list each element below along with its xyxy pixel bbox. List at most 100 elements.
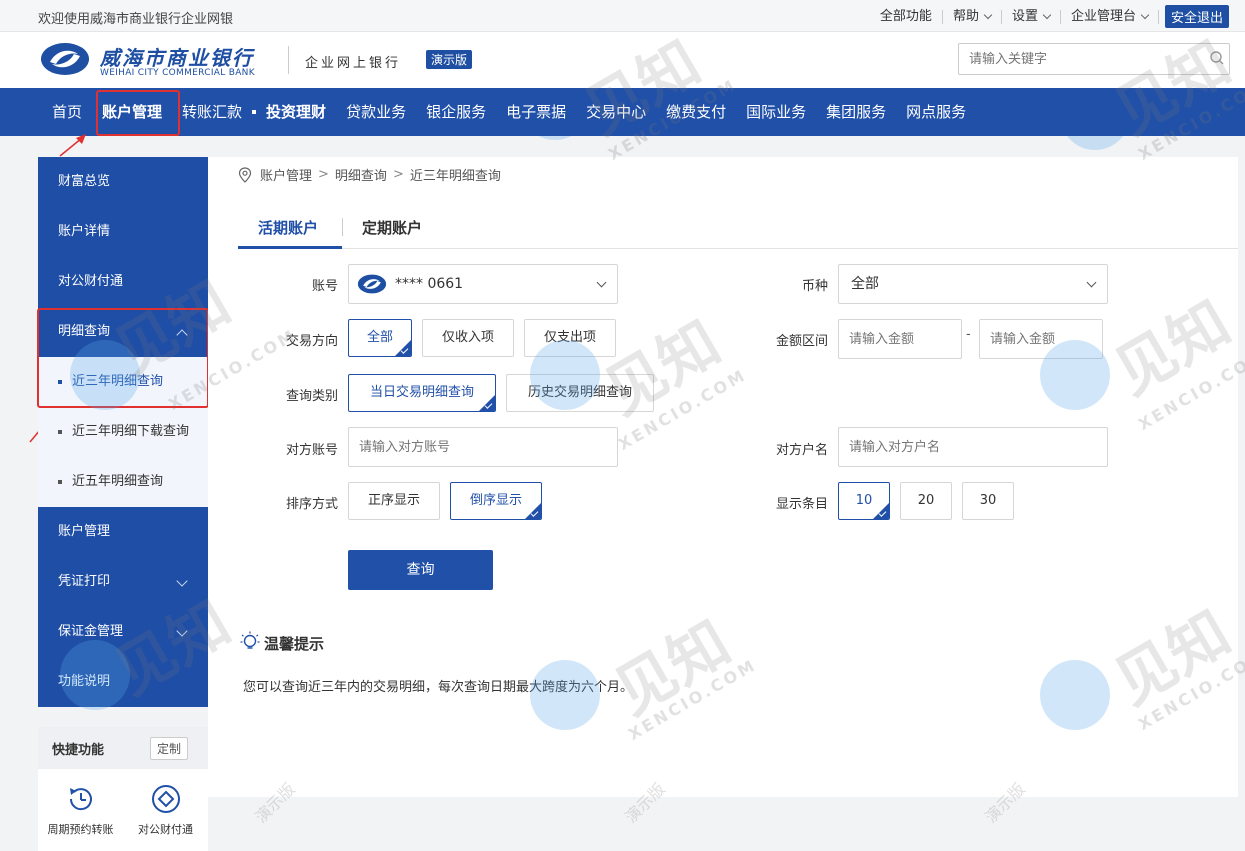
sort-option-desc[interactable]: 倒序显示 [450,482,542,520]
bank-name-en: WEIHAI CITY COMMERCIAL BANK [100,68,255,78]
nav-trade-center[interactable]: 交易中心 [576,88,656,136]
bank-logo-icon [357,274,387,294]
chevron-down-icon [983,10,993,20]
breadcrumb-item[interactable]: 明细查询 [335,165,387,184]
peer-account-input[interactable] [348,427,618,467]
count-option-30[interactable]: 30 [962,482,1014,520]
sidebar-item-account-management[interactable]: 账户管理 [38,507,208,557]
sort-option-asc[interactable]: 正序显示 [348,482,440,520]
top-links: 全部功能 帮助 设置 企业管理台 安全退出 [870,5,1229,28]
nav-home[interactable]: 首页 [42,88,92,136]
sidebar-item-voucher-print[interactable]: 凭证打印 [38,557,208,607]
amount-dash: - [966,327,971,342]
account-tabs: 活期账户 定期账户 [238,209,1238,249]
sidebar-subitem-3yr-download[interactable]: 近三年明细下载查询 [38,407,208,457]
nav-group[interactable]: 集团服务 [816,88,896,136]
top-utility-bar: 欢迎使用威海市商业银行企业网银 全部功能 帮助 设置 企业管理台 安全退出 [0,0,1245,32]
tips-title: 温馨提示 [264,635,325,653]
header: 威海市商业银行 WEIHAI CITY COMMERCIAL BANK 企业网上… [0,32,1245,88]
sidebar-item-corporate-pay[interactable]: 对公财付通 [38,257,208,307]
nav-payment[interactable]: 缴费支付 [656,88,736,136]
demo-badge: 演示版 [426,50,473,69]
breadcrumb-item[interactable]: 账户管理 [260,165,312,184]
nav-transfer[interactable]: 转账汇款 [172,88,252,136]
count-option-20[interactable]: 20 [900,482,952,520]
bullet-icon [58,430,62,434]
tab-current-account[interactable]: 活期账户 [258,217,318,238]
breadcrumb: 账户管理 > 明细查询 > 近三年明细查询 [238,165,501,184]
sort-label: 排序方式 [285,497,338,512]
tab-fixed-account[interactable]: 定期账户 [362,217,422,238]
breadcrumb-current: 近三年明细查询 [409,169,501,184]
count-label: 显示条目 [775,497,828,512]
amount-min-input[interactable] [838,319,962,359]
nav-e-bill[interactable]: 电子票据 [496,88,576,136]
breadcrumb-separator: > [392,167,404,182]
sidebar-item-deposit-management[interactable]: 保证金管理 [38,607,208,657]
query-type-label: 查询类别 [285,389,338,404]
bullet-icon [58,480,62,484]
peer-name-input[interactable] [838,427,1108,467]
lightbulb-icon [240,631,260,649]
sidebar-item-function-help[interactable]: 功能说明 [38,657,208,707]
annotation-arrow-icon [59,134,86,157]
customize-button[interactable]: 定制 [149,736,188,760]
nav-international[interactable]: 国际业务 [736,88,816,136]
chevron-down-icon [176,575,188,587]
count-option-10[interactable]: 10 [838,482,890,520]
account-select[interactable]: **** 0661 [348,264,618,304]
quick-header: 快捷功能 定制 [38,727,208,769]
nav-bank-enterprise[interactable]: 银企服务 [416,88,496,136]
bank-logo-icon [41,43,89,75]
search-icon[interactable] [1210,51,1224,65]
amount-label: 金额区间 [775,334,828,349]
location-pin-icon [238,166,252,183]
quick-item-scheduled-transfer[interactable]: 周期预约转账 [38,783,123,837]
diamond-circle-icon [151,785,180,813]
quick-item-corporate-pay[interactable]: 对公财付通 [123,783,208,837]
sidebar: 财富总览 账户详情 对公财付通 明细查询 近三年明细查询 近三年明细下载查询 近… [38,157,208,707]
site-subtitle: 企业网上银行 [305,56,402,71]
admin-menu[interactable]: 企业管理台 [1061,9,1159,24]
chevron-down-icon [1042,10,1052,20]
quick-title: 快捷功能 [52,742,105,758]
amount-max-input[interactable] [979,319,1103,359]
sidebar-item-account-detail[interactable]: 账户详情 [38,207,208,257]
main-nav: 首页 账户管理 转账汇款 投资理财 贷款业务 银企服务 电子票据 交易中心 缴费… [0,88,1245,136]
peer-name-label: 对方户名 [775,443,828,458]
chevron-down-icon [1140,10,1150,20]
nav-loan[interactable]: 贷款业务 [336,88,416,136]
chevron-down-icon [596,277,607,288]
direction-option-all[interactable]: 全部 [348,319,412,357]
quick-items: 周期预约转账 对公财付通 [38,769,208,851]
nav-highlight-box [96,90,180,136]
nav-investment[interactable]: 投资理财 [256,88,336,136]
query-type-today[interactable]: 当日交易明细查询 [348,374,496,412]
bank-name-cn: 威海市商业银行 [100,46,254,70]
chevron-down-icon [176,625,188,637]
account-label: 账号 [311,279,338,294]
query-button[interactable]: 查询 [348,550,493,590]
query-type-history[interactable]: 历史交易明细查询 [506,374,654,412]
search-input[interactable] [958,43,1230,75]
help-menu[interactable]: 帮助 [943,9,1002,24]
all-functions-link[interactable]: 全部功能 [870,9,943,24]
main-panel: 账户管理 > 明细查询 > 近三年明细查询 活期账户 定期账户 账号 **** … [208,157,1238,797]
direction-option-expense[interactable]: 仅支出项 [524,319,616,357]
sidebar-highlight-box [37,308,209,408]
sidebar-subitem-5yr-detail[interactable]: 近五年明细查询 [38,457,208,507]
sidebar-item-wealth-overview[interactable]: 财富总览 [38,157,208,207]
direction-option-income[interactable]: 仅收入项 [422,319,514,357]
tab-divider [342,218,343,236]
settings-menu[interactable]: 设置 [1002,9,1061,24]
logout-button[interactable]: 安全退出 [1164,5,1229,28]
welcome-text: 欢迎使用威海市商业银行企业网银 [38,12,234,27]
currency-label: 币种 [801,279,828,294]
direction-label: 交易方向 [285,334,338,349]
currency-select[interactable]: 全部 [838,264,1108,304]
clock-refresh-icon [69,788,92,811]
nav-outlet[interactable]: 网点服务 [896,88,976,136]
peer-account-label: 对方账号 [285,443,338,458]
logo-divider [288,46,289,74]
quick-functions: 快捷功能 定制 周期预约转账 对公财付通 [38,727,208,851]
